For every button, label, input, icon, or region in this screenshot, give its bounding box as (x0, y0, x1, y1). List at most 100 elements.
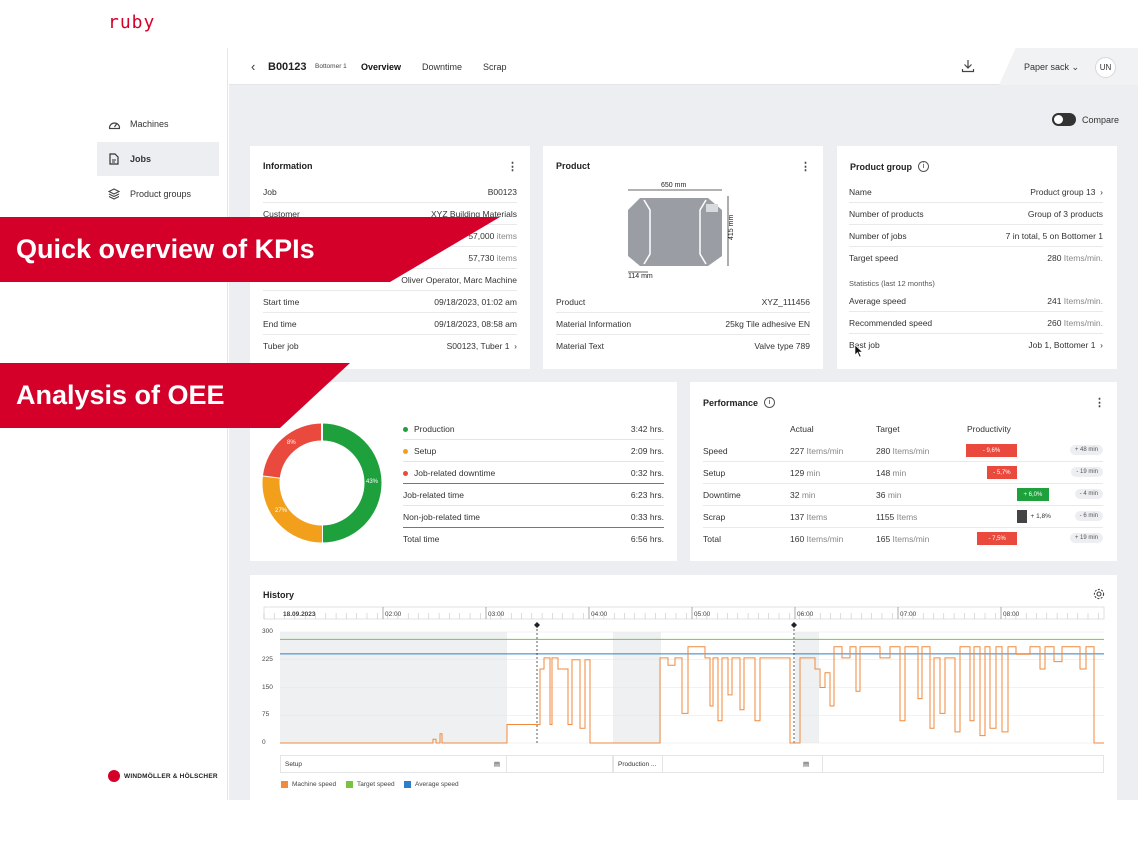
gauge-icon (107, 117, 121, 131)
company-logo: WINDMÖLLER & HÖLSCHER (108, 770, 218, 782)
oee-row-setup: Setup 2:09 hrs. (403, 440, 664, 462)
product-row-material-text: Material Text Valve type 789 (556, 341, 810, 351)
compare-toggle[interactable]: Compare (1052, 113, 1119, 126)
perf-actual: 32 min (790, 490, 816, 500)
delta-badge: + 48 min (1069, 445, 1103, 455)
pg-row-products: Number of products Group of 3 products (849, 203, 1103, 225)
more-icon[interactable]: ⋮ (507, 160, 518, 173)
event-marker (534, 622, 540, 628)
segment-gap-2: ▤ (663, 755, 823, 773)
sidebar-item-label: Jobs (130, 154, 152, 164)
x-tick-label: 08:00 (1003, 611, 1020, 618)
top-bar: ‹ B00123 Bottomer 1 Overview Downtime Sc… (229, 48, 1138, 85)
performance-row: Speed 227 Items/min 280 Items/min - 9,6% + 4… (703, 440, 1103, 462)
productivity-label: + 1,8% (1030, 513, 1051, 520)
perf-target: 165 Items/min (876, 534, 930, 544)
tab-overview[interactable]: Overview (361, 62, 401, 72)
dim-valve: 114 mm (628, 273, 653, 280)
info-row-end-time: End time 09/18/2023, 08:58 am (263, 313, 517, 335)
sidebar-item-product-groups[interactable]: Product groups (97, 177, 219, 211)
x-tick-label: 02:00 (385, 611, 402, 618)
col-actual: Actual (790, 424, 814, 434)
segment-rest (823, 755, 1104, 773)
perf-actual: 160 Items/min (790, 534, 844, 544)
productivity-bar (1017, 510, 1027, 523)
comment-icon[interactable]: ▤ (494, 760, 500, 768)
y-tick-label: 225 (262, 655, 273, 663)
perf-label: Setup (703, 468, 726, 478)
x-tick-label: 05:00 (694, 611, 711, 618)
productivity-bar: - 9,6% (966, 444, 1017, 457)
setup-dot (403, 448, 408, 454)
pg-row-target-speed: Target speed 280 Items/min. (849, 253, 1103, 263)
job-id: B00123 (268, 61, 307, 73)
tab-downtime[interactable]: Downtime (422, 62, 462, 72)
donut-label-production: 43% (366, 479, 379, 485)
info-icon[interactable]: i (764, 397, 776, 408)
oee-row-non-job-time: Non-job-related time 0:33 hrs. (403, 506, 664, 528)
oee-row-total-time: Total time 6:56 hrs. (403, 534, 664, 544)
perf-target: 36 min (876, 490, 902, 500)
sidebar-item-jobs[interactable]: Jobs (97, 142, 219, 176)
donut-label-downtime: 8% (287, 440, 296, 446)
segment-setup[interactable]: Setup ▤ (280, 755, 507, 773)
card-title: Product group i (850, 161, 929, 172)
download-icon[interactable] (961, 59, 975, 75)
delta-badge: - 4 min (1074, 489, 1103, 499)
avatar[interactable]: UN (1095, 57, 1116, 78)
tab-scrap[interactable]: Scrap (483, 62, 507, 72)
legend-target-speed: Target speed (346, 781, 395, 788)
x-tick-label: 04:00 (591, 611, 608, 618)
sidebar-item-machines[interactable]: Machines (97, 107, 219, 141)
perf-label: Total (703, 534, 721, 544)
machine-name: Bottomer 1 (315, 63, 347, 70)
chevron-down-icon: ⌄ (1071, 62, 1080, 72)
comment-icon[interactable]: ▤ (803, 760, 809, 768)
more-icon[interactable]: ⋮ (1094, 396, 1105, 409)
perf-label: Scrap (703, 512, 726, 522)
performance-row: Downtime 32 min 36 min + 6,0% - 4 min (703, 484, 1103, 506)
perf-target: 1155 Items (876, 512, 918, 522)
col-productivity: Productivity (967, 424, 1011, 434)
legend-machine-speed: Machine speed (281, 781, 336, 788)
perf-target: 280 Items/min (876, 446, 930, 456)
settings-gear-icon[interactable] (1093, 588, 1105, 602)
product-type-selector[interactable]: Paper sack ⌄ (1024, 62, 1079, 73)
perf-label: Downtime (703, 490, 741, 500)
pg-row-name[interactable]: Name Product group 13 › (849, 181, 1103, 203)
toggle-switch[interactable] (1052, 113, 1076, 126)
dim-height: 415 mm (728, 214, 735, 240)
donut-segment-setup[interactable] (262, 475, 323, 543)
app-logo[interactable]: ruby (108, 12, 155, 33)
stats-heading: Statistics (last 12 months) (849, 279, 935, 288)
oee-row-job-downtime: Job-related downtime 0:32 hrs. (403, 462, 664, 484)
more-icon[interactable]: ⋮ (800, 160, 811, 173)
segment-production[interactable]: Production ... (613, 755, 663, 773)
delta-badge: + 19 min (1069, 533, 1103, 543)
perf-actual: 129 min (790, 468, 821, 478)
back-chevron-icon[interactable]: ‹ (251, 59, 255, 74)
performance-row: Total 160 Items/min 165 Items/min - 7,5% + 1… (703, 528, 1103, 550)
delta-badge: - 19 min (1071, 467, 1103, 477)
pg-row-rec-speed: Recommended speed 260 Items/min. (849, 312, 1103, 334)
info-icon[interactable]: i (918, 161, 929, 172)
donut-label-setup: 27% (275, 508, 288, 514)
info-row-tuber-job[interactable]: Tuber job S00123, Tuber 1 › (263, 335, 517, 357)
card-title: History (263, 590, 295, 600)
donut-segment-downtime[interactable] (262, 423, 323, 479)
pg-row-best-job[interactable]: Best job Job 1, Bottomer 1 › (849, 334, 1103, 356)
document-icon (107, 152, 121, 166)
product-row-material-info: Material Information 25kg Tile adhesive E… (556, 313, 810, 335)
card-title: Product (556, 161, 591, 171)
oee-row-job-time: Job-related time 6:23 hrs. (403, 484, 664, 506)
info-row-job: Job B00123 (263, 181, 517, 203)
delta-badge: - 6 min (1074, 511, 1103, 521)
x-tick-label: 07:00 (900, 611, 917, 618)
perf-actual: 137 Items (790, 512, 828, 522)
productivity-bar: + 6,0% (1017, 488, 1049, 501)
product-row-product: Product XYZ_111456 (556, 291, 810, 313)
y-tick-label: 150 (262, 683, 273, 691)
mouse-cursor-icon (854, 344, 864, 358)
pg-row-avg-speed: Average speed 241 Items/min. (849, 290, 1103, 312)
y-tick-label: 300 (262, 628, 273, 635)
